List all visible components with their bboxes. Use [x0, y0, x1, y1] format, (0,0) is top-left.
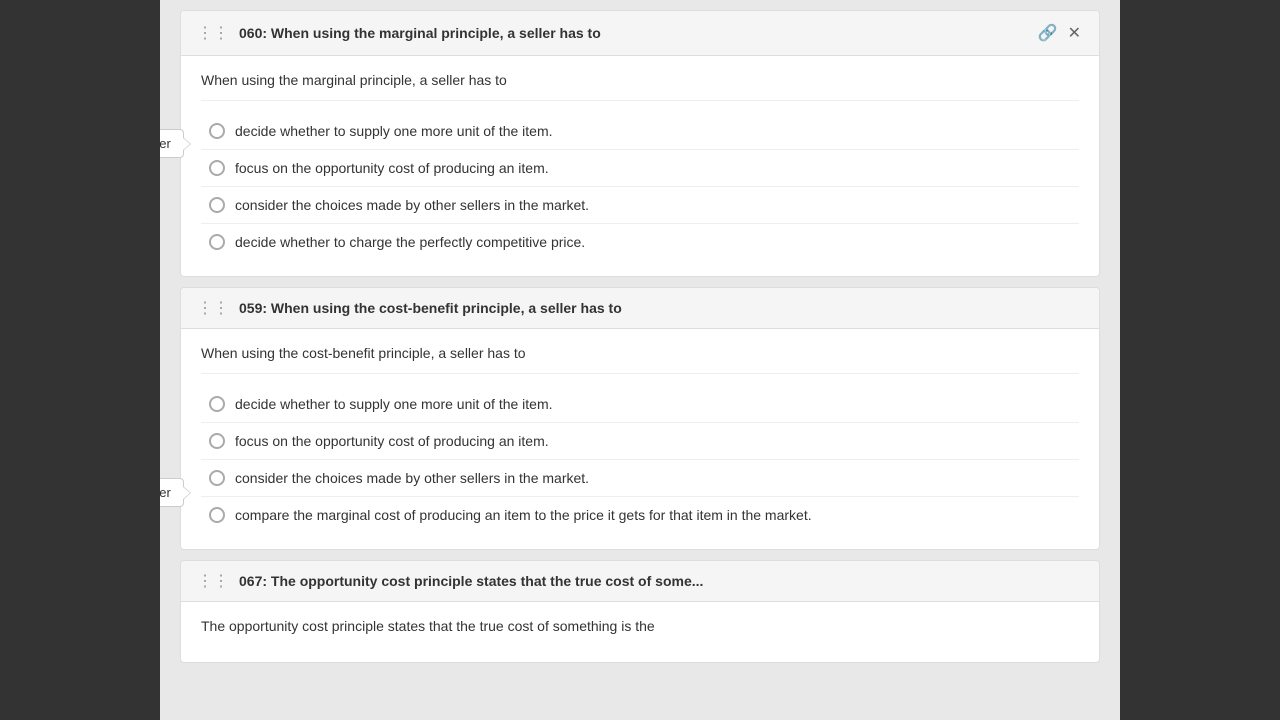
radio-059-2[interactable]: [209, 470, 225, 486]
question-title-059: 059: When using the cost-benefit princip…: [239, 300, 1083, 316]
drag-handle-067[interactable]: ⋮⋮: [197, 571, 229, 591]
answer-text-059-3: compare the marginal cost of producing a…: [235, 507, 812, 523]
answer-option-059-0[interactable]: decide whether to supply one more unit o…: [201, 386, 1079, 423]
question-card-060: Correct Answer ⋮⋮ 060: When using the ma…: [180, 10, 1100, 277]
correct-answer-badge-060[interactable]: Correct Answer: [160, 129, 184, 158]
question-body-067: The opportunity cost principle states th…: [181, 602, 1099, 662]
correct-answer-badge-059[interactable]: Correct Answer: [160, 478, 184, 507]
answer-option-059-3[interactable]: compare the marginal cost of producing a…: [201, 497, 1079, 533]
question-title-067: 067: The opportunity cost principle stat…: [239, 573, 1083, 589]
answer-text-060-1: focus on the opportunity cost of produci…: [235, 160, 549, 176]
answer-text-059-0: decide whether to supply one more unit o…: [235, 396, 553, 412]
answer-option-059-1[interactable]: focus on the opportunity cost of produci…: [201, 423, 1079, 460]
question-card-067: ⋮⋮ 067: The opportunity cost principle s…: [180, 560, 1100, 663]
radio-060-1[interactable]: [209, 160, 225, 176]
question-header-059: ⋮⋮ 059: When using the cost-benefit prin…: [181, 288, 1099, 329]
answer-option-060-2[interactable]: consider the choices made by other selle…: [201, 187, 1079, 224]
drag-handle-059[interactable]: ⋮⋮: [197, 298, 229, 318]
radio-060-3[interactable]: [209, 234, 225, 250]
radio-060-0[interactable]: [209, 123, 225, 139]
answer-option-060-1[interactable]: focus on the opportunity cost of produci…: [201, 150, 1079, 187]
question-header-067: ⋮⋮ 067: The opportunity cost principle s…: [181, 561, 1099, 602]
radio-059-1[interactable]: [209, 433, 225, 449]
main-area: Correct Answer ⋮⋮ 060: When using the ma…: [160, 0, 1120, 720]
header-icons-060: 🔗 ✕: [1036, 21, 1083, 45]
question-text-067: The opportunity cost principle states th…: [201, 618, 1079, 634]
question-body-059: When using the cost-benefit principle, a…: [181, 329, 1099, 549]
radio-060-2[interactable]: [209, 197, 225, 213]
paperclip-icon-060[interactable]: 🔗: [1036, 21, 1060, 45]
answer-text-059-1: focus on the opportunity cost of produci…: [235, 433, 549, 449]
question-title-060: 060: When using the marginal principle, …: [239, 25, 1026, 41]
answer-text-059-2: consider the choices made by other selle…: [235, 470, 589, 486]
answer-option-059-2[interactable]: consider the choices made by other selle…: [201, 460, 1079, 497]
question-card-059: Correct Answer ⋮⋮ 059: When using the co…: [180, 287, 1100, 550]
question-header-060: ⋮⋮ 060: When using the marginal principl…: [181, 11, 1099, 56]
question-body-060: When using the marginal principle, a sel…: [181, 56, 1099, 276]
close-icon-060[interactable]: ✕: [1066, 21, 1083, 45]
answer-text-060-2: consider the choices made by other selle…: [235, 197, 589, 213]
question-text-060: When using the marginal principle, a sel…: [201, 72, 1079, 101]
answer-text-060-0: decide whether to supply one more unit o…: [235, 123, 553, 139]
drag-handle-060[interactable]: ⋮⋮: [197, 23, 229, 43]
answer-text-060-3: decide whether to charge the perfectly c…: [235, 234, 585, 250]
question-text-059: When using the cost-benefit principle, a…: [201, 345, 1079, 374]
answer-option-060-0[interactable]: decide whether to supply one more unit o…: [201, 113, 1079, 150]
answer-option-060-3[interactable]: decide whether to charge the perfectly c…: [201, 224, 1079, 260]
side-panel-left: [0, 0, 160, 720]
radio-059-0[interactable]: [209, 396, 225, 412]
radio-059-3[interactable]: [209, 507, 225, 523]
side-panel-right: [1120, 0, 1280, 720]
